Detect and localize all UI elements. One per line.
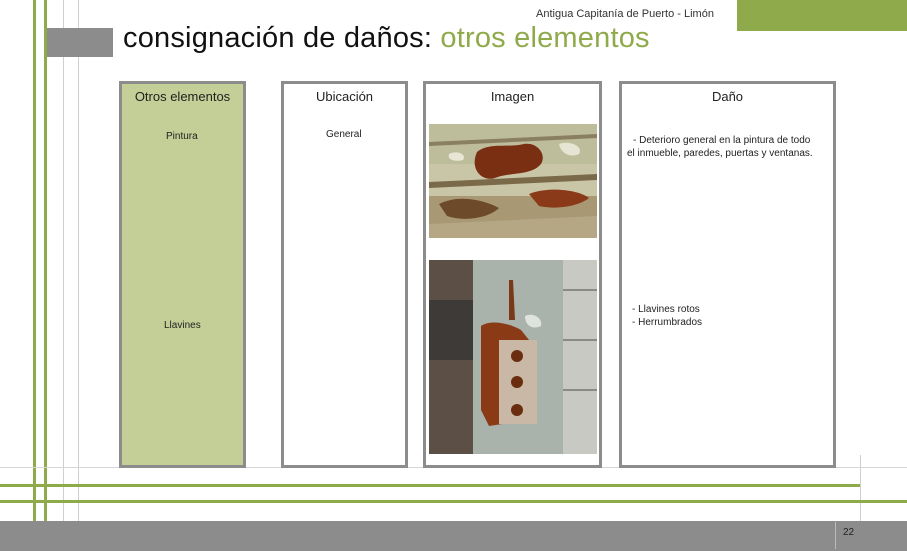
row-1-damage-line-2: el inmueble, paredes, puertas y ventanas…: [627, 148, 813, 159]
page-number: 22: [835, 522, 861, 549]
row-2-element: Llavines: [164, 320, 201, 331]
row-1-damage: - Deterioro general en la pintura de tod…: [627, 134, 813, 160]
row-2-damage: - Llavines rotos - Herrumbrados: [632, 303, 702, 329]
peeling-paint-photo: [429, 124, 597, 238]
header-accent-bar: [737, 0, 907, 31]
decor-vline-2: [44, 0, 47, 521]
row-1-element: Pintura: [166, 131, 198, 142]
column-image: Imagen: [423, 81, 602, 468]
decor-vline-4: [78, 0, 79, 521]
column-header-location: Ubicación: [315, 89, 374, 104]
footer-bar: [0, 521, 907, 551]
page-title-accent: otros elementos: [440, 22, 650, 54]
decor-vline-3: [63, 0, 64, 521]
title-gray-block: [47, 28, 113, 57]
column-header-elements: Otros elementos: [134, 89, 231, 104]
column-header-image: Imagen: [490, 89, 535, 104]
column-location: Ubicación General: [281, 81, 408, 468]
column-other-elements: Otros elementos Pintura Llavines: [119, 81, 246, 468]
decor-hline-2: [0, 484, 860, 487]
decor-vline-1: [33, 0, 36, 521]
rusted-lock-photo: [429, 260, 597, 454]
row-1-damage-line-1: - Deterioro general en la pintura de tod…: [633, 135, 811, 146]
decor-hline-3: [0, 500, 907, 503]
column-damage: Daño - Deterioro general en la pintura d…: [619, 81, 836, 468]
column-header-damage: Daño: [711, 89, 744, 104]
header-subtitle: Antigua Capitanía de Puerto - Limón: [536, 8, 714, 20]
row-1-location: General: [326, 129, 362, 140]
row-2-damage-line-1: - Llavines rotos: [632, 304, 700, 315]
page-title-main: consignación de daños:: [123, 22, 433, 54]
row-2-damage-line-2: - Herrumbrados: [632, 317, 703, 328]
page-title: consignación de daños: otros elementos: [123, 22, 650, 55]
